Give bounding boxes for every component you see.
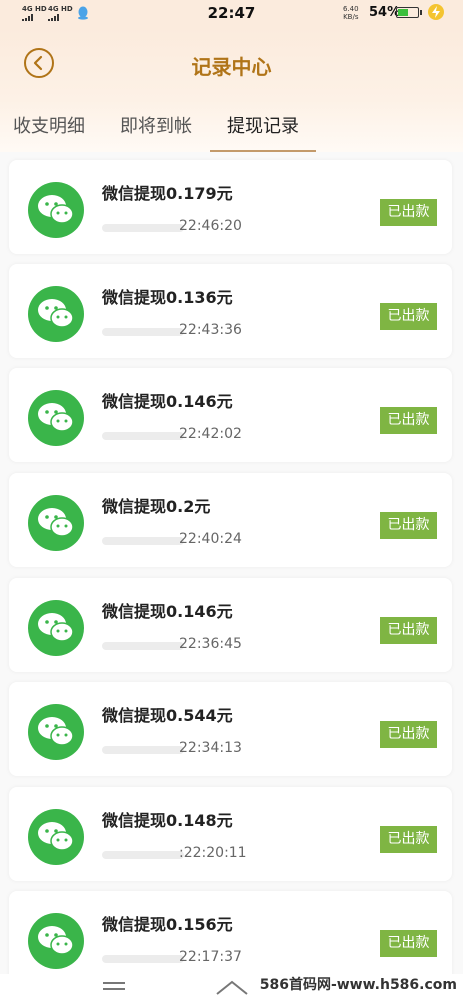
- status-badge: 已出款: [380, 930, 437, 957]
- menu-icon[interactable]: [103, 982, 125, 994]
- network-speed-value: 6.40: [343, 5, 359, 13]
- record-time: :22:20:11: [179, 845, 247, 861]
- page-title: 记录中心: [191, 55, 272, 79]
- tab-pending[interactable]: 即将到帐: [120, 112, 192, 138]
- record-time: 22:17:37: [179, 949, 242, 965]
- record-title: 微信提现0.146元: [102, 392, 233, 411]
- redacted-date: [102, 955, 184, 963]
- list-item[interactable]: 微信提现0.136元 22:43:36 已出款: [9, 264, 452, 358]
- record-title: 微信提现0.544元: [102, 706, 233, 725]
- record-title: 微信提现0.136元: [102, 288, 233, 307]
- record-title: 微信提现0.2元: [102, 497, 211, 516]
- status-badge: 已出款: [380, 617, 437, 644]
- network-speed: 6.40 KB/s: [343, 5, 359, 21]
- redacted-date: [102, 642, 184, 650]
- list-item[interactable]: 微信提现0.146元 22:42:02 已出款: [9, 368, 452, 462]
- wechat-icon: [28, 809, 84, 865]
- withdraw-record-list: 微信提现0.179元 22:46:20 已出款 微信提现0.136元 22:43…: [0, 152, 463, 974]
- list-item[interactable]: 微信提现0.544元 22:34:13 已出款: [9, 682, 452, 776]
- home-icon[interactable]: [215, 979, 249, 996]
- redacted-date: [102, 224, 184, 232]
- tab-bar: 收支明细 即将到帐 提现记录: [0, 100, 463, 152]
- status-badge: 已出款: [380, 721, 437, 748]
- redacted-date: [102, 432, 184, 440]
- record-time: 22:34:13: [179, 740, 242, 756]
- tab-withdraw-records[interactable]: 提现记录: [227, 112, 299, 138]
- status-bar: 4G HD 4G HD 22:47 6.40 KB/s 54%: [0, 0, 463, 28]
- redacted-date: [102, 328, 184, 336]
- redacted-date: [102, 746, 184, 754]
- status-badge: 已出款: [380, 303, 437, 330]
- watermark: 586首码网-www.h586.com: [259, 977, 457, 993]
- battery-icon: [396, 7, 422, 18]
- record-title: 微信提现0.148元: [102, 811, 233, 830]
- network-speed-unit: KB/s: [343, 13, 359, 21]
- wechat-icon: [28, 286, 84, 342]
- battery-fill: [398, 9, 408, 16]
- status-badge: 已出款: [380, 512, 437, 539]
- wechat-icon: [28, 390, 84, 446]
- list-item[interactable]: 微信提现0.148元 :22:20:11 已出款: [9, 787, 452, 881]
- list-item[interactable]: 微信提现0.179元 22:46:20 已出款: [9, 160, 452, 254]
- status-badge: 已出款: [380, 407, 437, 434]
- wechat-icon: [28, 704, 84, 760]
- tab-income-expense[interactable]: 收支明细: [13, 112, 85, 138]
- record-title: 微信提现0.146元: [102, 602, 233, 621]
- status-badge: 已出款: [380, 199, 437, 226]
- redacted-date: [102, 851, 184, 859]
- list-item[interactable]: 微信提现0.146元 22:36:45 已出款: [9, 578, 452, 672]
- record-time: 22:36:45: [179, 636, 242, 652]
- record-time: 22:42:02: [179, 426, 242, 442]
- record-time: 22:46:20: [179, 218, 242, 234]
- wechat-icon: [28, 495, 84, 551]
- record-title: 微信提现0.179元: [102, 184, 233, 203]
- wechat-icon: [28, 182, 84, 238]
- record-time: 22:43:36: [179, 322, 242, 338]
- record-time: 22:40:24: [179, 531, 242, 547]
- header: 记录中心: [0, 28, 463, 100]
- record-title: 微信提现0.156元: [102, 915, 233, 934]
- redacted-date: [102, 537, 184, 545]
- list-item[interactable]: 微信提现0.156元 22:17:37 已出款: [9, 891, 452, 974]
- status-badge: 已出款: [380, 826, 437, 853]
- wechat-icon: [28, 600, 84, 656]
- charging-icon: [428, 4, 444, 20]
- bottom-nav: 586首码网-www.h586.com: [0, 974, 463, 996]
- wechat-icon: [28, 913, 84, 969]
- list-item[interactable]: 微信提现0.2元 22:40:24 已出款: [9, 473, 452, 567]
